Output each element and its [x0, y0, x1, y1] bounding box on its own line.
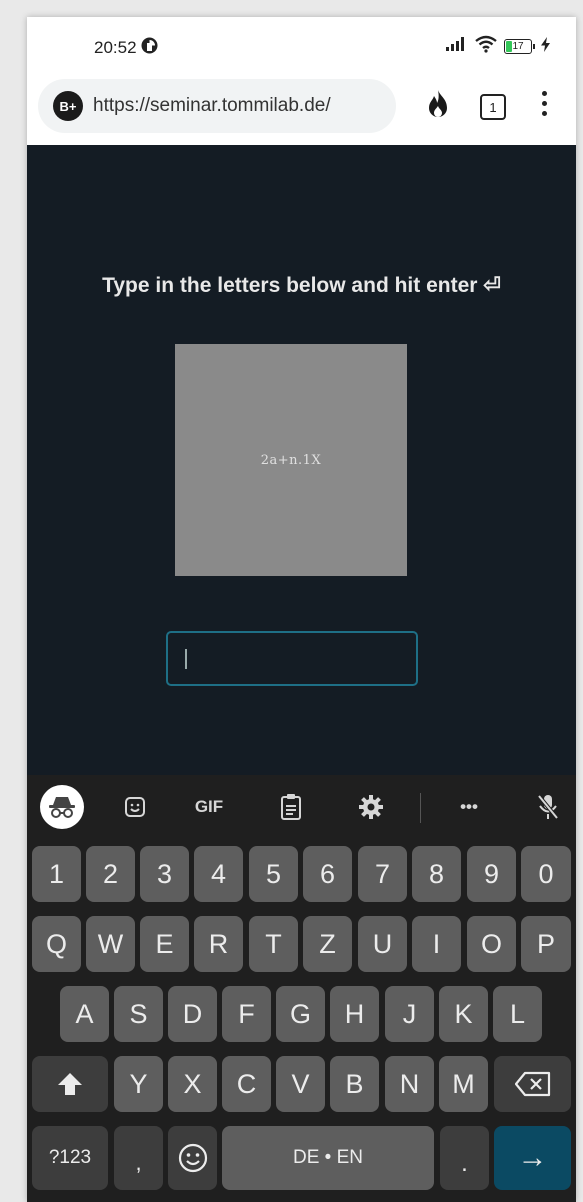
key-2[interactable]: 2	[86, 846, 135, 902]
more-options-icon[interactable]	[542, 91, 548, 121]
key-p[interactable]: P	[521, 916, 571, 972]
settings-gear-icon[interactable]	[355, 789, 387, 825]
symbols-key[interactable]: ?123	[32, 1126, 108, 1190]
time-label: 20:52	[94, 38, 137, 57]
status-time: 20:52	[94, 37, 158, 59]
battery-level: 17	[512, 41, 524, 52]
url-text[interactable]: https://seminar.tommilab.de/	[93, 95, 383, 117]
browser-toolbar: B+ https://seminar.tommilab.de/ 1	[27, 79, 576, 145]
key-z[interactable]: Z	[303, 916, 352, 972]
key-u[interactable]: U	[358, 916, 407, 972]
key-4[interactable]: 4	[194, 846, 243, 902]
key-d[interactable]: D	[168, 986, 217, 1042]
sticker-icon[interactable]	[119, 789, 151, 825]
wifi-icon	[474, 35, 498, 58]
key-t[interactable]: T	[249, 916, 298, 972]
emoji-key[interactable]	[168, 1126, 217, 1190]
tab-switcher-button[interactable]: 1	[480, 94, 506, 120]
status-icons: 17	[446, 35, 550, 58]
captcha-image: 2a+n.1X	[175, 344, 407, 576]
flame-icon[interactable]	[424, 89, 452, 126]
text-cursor	[185, 649, 187, 669]
key-6[interactable]: 6	[303, 846, 352, 902]
key-8[interactable]: 8	[412, 846, 461, 902]
key-s[interactable]: S	[114, 986, 163, 1042]
key-x[interactable]: X	[168, 1056, 217, 1112]
charging-icon	[541, 36, 550, 57]
key-9[interactable]: 9	[467, 846, 516, 902]
key-g[interactable]: G	[276, 986, 325, 1042]
key-i[interactable]: I	[412, 916, 461, 972]
keyboard-toolbar: GIF •••	[27, 775, 576, 839]
key-q[interactable]: Q	[32, 916, 81, 972]
key-o[interactable]: O	[467, 916, 516, 972]
key-e[interactable]: E	[140, 916, 189, 972]
toolbar-divider	[420, 793, 421, 823]
key-1[interactable]: 1	[32, 846, 81, 902]
signal-icon	[446, 37, 468, 56]
emoji-icon	[178, 1143, 207, 1173]
site-badge-icon[interactable]: B+	[53, 91, 83, 121]
comma-key[interactable]: ,	[114, 1126, 163, 1190]
key-7[interactable]: 7	[358, 846, 407, 902]
key-l[interactable]: L	[493, 986, 542, 1042]
key-y[interactable]: Y	[114, 1056, 163, 1112]
key-f[interactable]: F	[222, 986, 271, 1042]
web-content: Type in the letters below and hit enter …	[27, 145, 576, 775]
key-v[interactable]: V	[276, 1056, 325, 1112]
key-b[interactable]: B	[330, 1056, 379, 1112]
key-n[interactable]: N	[385, 1056, 434, 1112]
incognito-icon[interactable]	[40, 785, 84, 829]
gif-button[interactable]: GIF	[187, 789, 231, 825]
data-saver-icon	[141, 37, 158, 59]
captcha-instruction: Type in the letters below and hit enter …	[102, 274, 501, 297]
enter-key[interactable]: →	[494, 1126, 571, 1190]
backspace-icon	[514, 1071, 550, 1097]
period-key[interactable]: .	[440, 1126, 489, 1190]
shift-arrow-icon	[58, 1073, 82, 1095]
phone-screen: 20:52 17 B+ https://seminar.tommilab.de/…	[27, 17, 576, 1202]
key-a[interactable]: A	[60, 986, 109, 1042]
key-3[interactable]: 3	[140, 846, 189, 902]
address-bar[interactable]: B+ https://seminar.tommilab.de/	[38, 79, 396, 133]
key-m[interactable]: M	[439, 1056, 488, 1112]
captcha-text: 2a+n.1X	[260, 452, 322, 468]
status-bar: 20:52 17	[27, 17, 576, 79]
shift-key[interactable]	[32, 1056, 108, 1112]
key-5[interactable]: 5	[249, 846, 298, 902]
key-0[interactable]: 0	[521, 846, 571, 902]
key-w[interactable]: W	[86, 916, 135, 972]
more-tools-button[interactable]: •••	[451, 789, 487, 825]
backspace-key[interactable]	[494, 1056, 571, 1112]
key-j[interactable]: J	[385, 986, 434, 1042]
key-k[interactable]: K	[439, 986, 488, 1042]
space-key[interactable]: DE • EN	[222, 1126, 434, 1190]
key-h[interactable]: H	[330, 986, 379, 1042]
soft-keyboard: GIF ••• 1 2 3 4 5 6 7 8 9 0 Q W E R T Z …	[27, 775, 576, 1202]
captcha-input[interactable]	[166, 631, 418, 686]
clipboard-icon[interactable]	[275, 789, 307, 825]
key-c[interactable]: C	[222, 1056, 271, 1112]
key-r[interactable]: R	[194, 916, 243, 972]
mic-off-icon[interactable]	[532, 789, 564, 825]
battery-icon: 17	[504, 39, 535, 54]
